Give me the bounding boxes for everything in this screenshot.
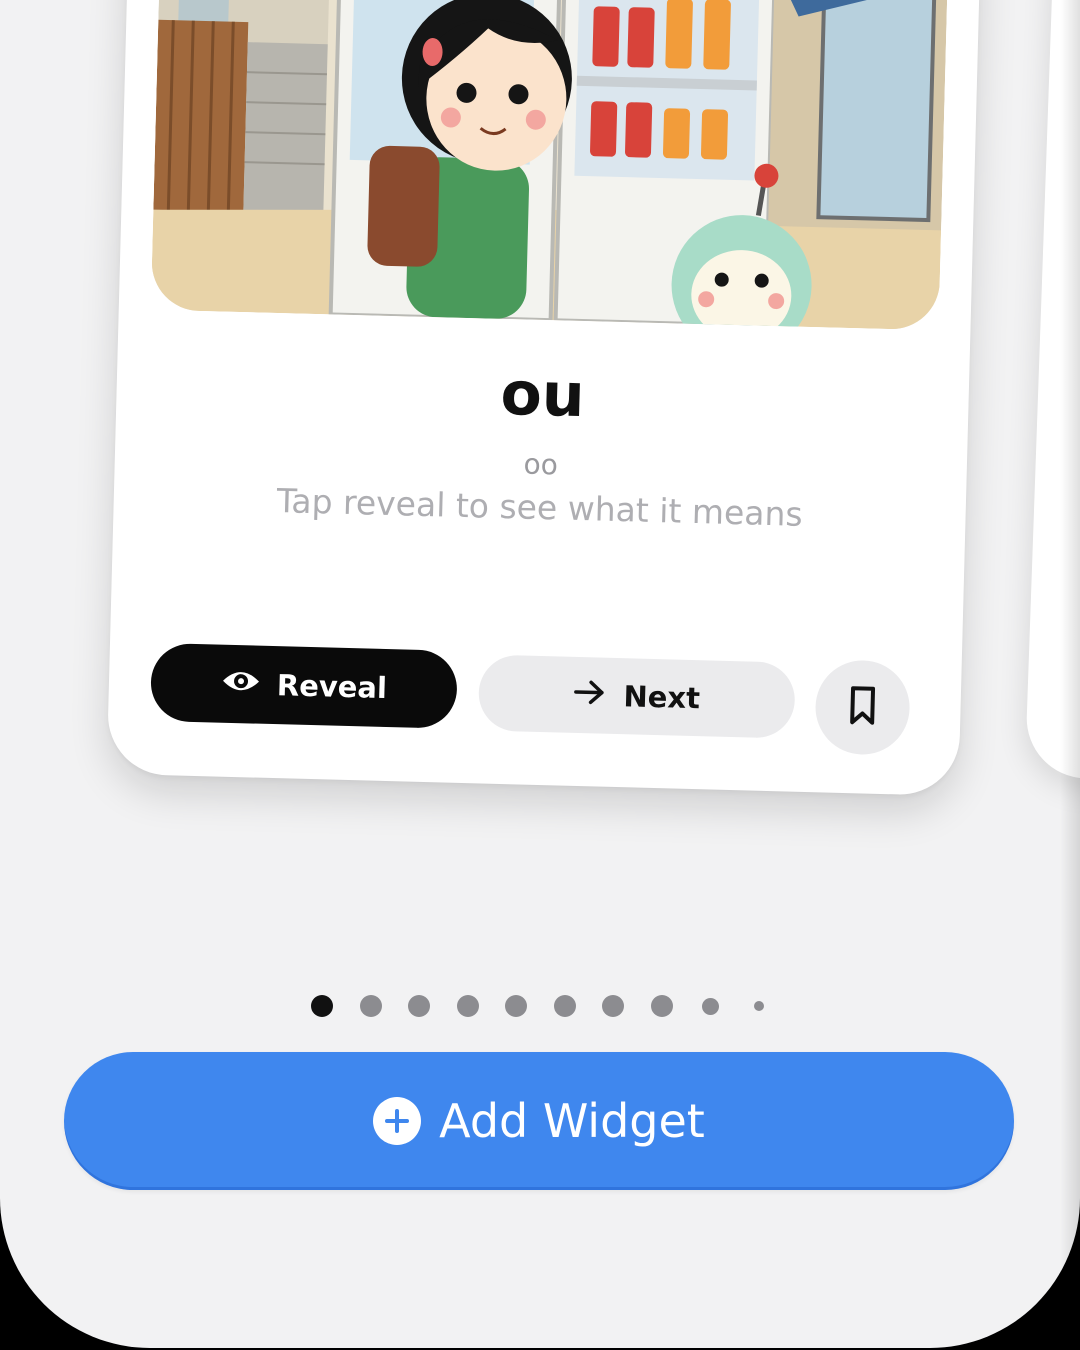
- page-dot[interactable]: [701, 997, 719, 1015]
- eye-icon: [220, 666, 261, 702]
- page-dot-active[interactable]: [311, 995, 333, 1017]
- page-dot[interactable]: [456, 995, 479, 1017]
- page-dot[interactable]: [650, 995, 673, 1017]
- add-widget-label: Add Widget: [439, 1094, 705, 1148]
- card-illustration: ❄ ☕: [150, 0, 949, 331]
- plus-circle-icon: [373, 1097, 422, 1145]
- page-dot[interactable]: [553, 995, 576, 1017]
- vocab-word: ou: [499, 358, 586, 432]
- vocab-card: ❄ ☕: [106, 0, 982, 796]
- page-dot[interactable]: [408, 995, 430, 1017]
- illustration-scene: ❄ ☕: [150, 0, 949, 331]
- next-button[interactable]: Next: [477, 654, 796, 739]
- page-dot[interactable]: [505, 995, 527, 1017]
- add-widget-button[interactable]: Add Widget: [64, 1052, 1014, 1190]
- page-indicator[interactable]: [0, 994, 1080, 1018]
- arrow-right-icon: [573, 678, 606, 713]
- bookmark-button[interactable]: [814, 659, 911, 756]
- page-dot[interactable]: [753, 1001, 764, 1011]
- reveal-label: Reveal: [276, 668, 388, 706]
- edge-shadow: [1060, 0, 1080, 1348]
- reveal-button[interactable]: Reveal: [149, 642, 458, 729]
- page-dot[interactable]: [359, 995, 382, 1017]
- bookmark-icon: [848, 685, 877, 730]
- next-label: Next: [623, 679, 701, 716]
- page-dot[interactable]: [602, 995, 624, 1017]
- widget-gallery-sheet: ❄ ☕: [0, 0, 1080, 1348]
